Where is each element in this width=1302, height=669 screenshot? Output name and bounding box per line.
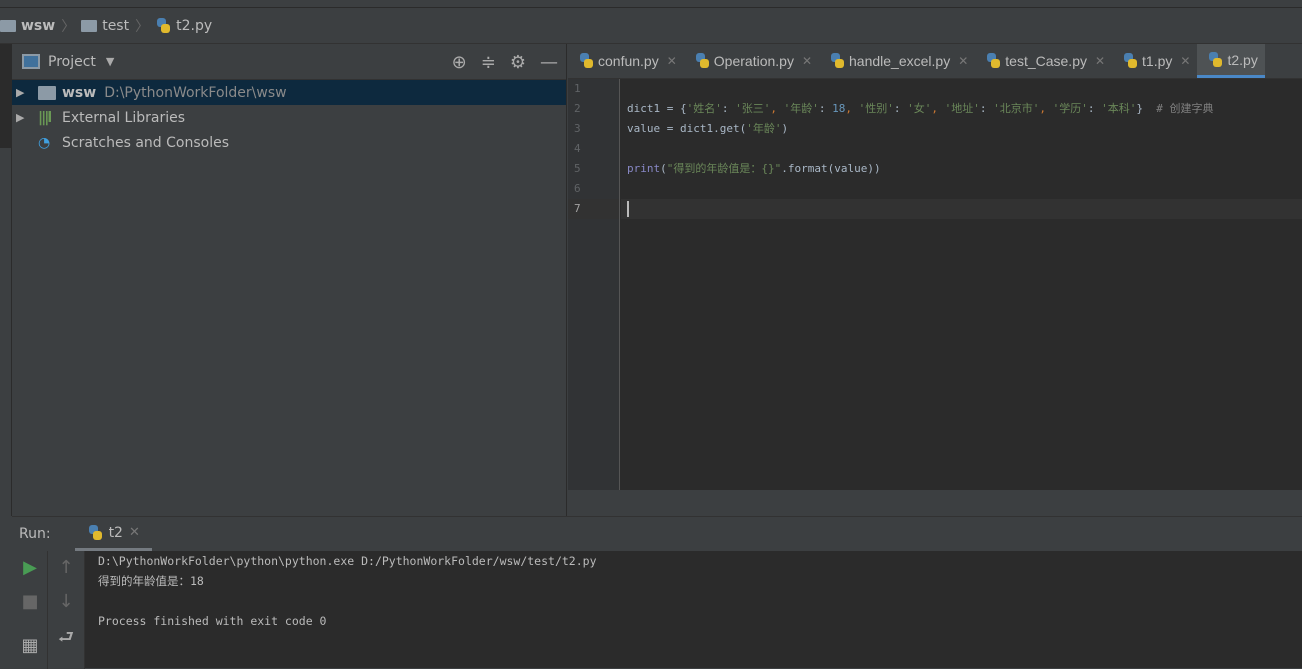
tree-label: Scratches and Consoles — [62, 134, 229, 151]
chevron-icon: 〉 — [61, 18, 76, 35]
editor-bottom-bar — [568, 490, 1302, 516]
editor-tabs: confun.py ✕ Operation.py ✕ handle_excel.py… — [568, 44, 1302, 79]
run-toolbar: ▶ ■ ▦ — [12, 551, 48, 669]
collapse-all-icon[interactable]: ≑ — [481, 52, 496, 73]
code-line-3: value = dict1.get('年龄') — [627, 122, 789, 135]
project-header: Project ▼ ⊕ ≑ ⚙ — — [12, 44, 566, 80]
crumb-label: t2.py — [176, 17, 213, 34]
editor: confun.py ✕ Operation.py ✕ handle_excel.py… — [568, 44, 1302, 516]
python-file-icon — [578, 53, 594, 69]
chevron-icon: 〉 — [135, 18, 150, 35]
line-gutter: 1 2 3 4 5 6 7 — [568, 79, 620, 490]
libraries-icon: |||l — [38, 109, 52, 126]
console-line: 得到的年龄值是：18 — [98, 574, 204, 588]
code-line-2: dict1 = {'姓名': '张三', '年龄': 18, '性别': '女'… — [627, 102, 1214, 115]
rerun-play-icon[interactable]: ▶ — [12, 557, 48, 578]
line-number: 4 — [574, 142, 581, 155]
project-tool-tab[interactable] — [0, 44, 12, 148]
down-arrow-icon[interactable]: ↓ — [48, 591, 84, 612]
tab-label: t2 — [108, 524, 123, 541]
line-number: 1 — [574, 82, 581, 95]
line-number: 7 — [568, 199, 619, 219]
python-file-icon — [829, 53, 845, 69]
folder-icon — [0, 19, 16, 32]
close-icon[interactable]: ✕ — [802, 54, 812, 68]
text-caret — [627, 201, 629, 217]
tab-test-case[interactable]: test_Case.py ✕ — [975, 44, 1112, 78]
tree-label: External Libraries — [62, 109, 185, 126]
menu-bar — [0, 0, 1302, 8]
tree-item-wsw[interactable]: ▶ wsw D:\PythonWorkFolder\wsw — [12, 80, 566, 105]
tab-label: confun.py — [598, 53, 659, 69]
code-line-5: print("得到的年龄值是：{}".format(value)) — [627, 162, 881, 175]
tab-label: handle_excel.py — [849, 53, 951, 69]
tab-confun[interactable]: confun.py ✕ — [568, 44, 684, 78]
tab-operation[interactable]: Operation.py ✕ — [684, 44, 819, 78]
breadcrumb: wsw 〉 test 〉 t2.py — [0, 8, 1302, 44]
close-icon[interactable]: ✕ — [1095, 54, 1105, 68]
line-number: 5 — [574, 162, 581, 175]
folder-icon — [38, 85, 56, 100]
python-file-icon — [694, 53, 710, 69]
tree-label: wsw — [62, 84, 97, 101]
locate-icon[interactable]: ⊕ — [452, 52, 467, 73]
code-area[interactable]: dict1 = {'姓名': '张三', '年龄': 18, '性别': '女'… — [621, 79, 1302, 490]
tree-item-external-libraries[interactable]: ▶ |||l External Libraries — [12, 105, 566, 130]
tab-label: t2.py — [1227, 51, 1258, 68]
tab-label: t1.py — [1142, 53, 1173, 69]
project-panel: Project ▼ ⊕ ≑ ⚙ — ▶ wsw D:\PythonWorkFolde… — [12, 44, 567, 516]
console-line: Process finished with exit code 0 — [98, 614, 327, 628]
python-file-icon — [1122, 53, 1138, 69]
project-title[interactable]: Project — [48, 54, 96, 70]
layout-icon[interactable]: ▦ — [12, 635, 48, 656]
left-tool-strip — [0, 44, 12, 516]
python-file-icon — [1207, 51, 1223, 68]
python-file-icon — [985, 53, 1001, 69]
dropdown-arrow-icon[interactable]: ▼ — [106, 55, 114, 68]
line-number: 3 — [574, 122, 581, 135]
stop-icon[interactable]: ■ — [12, 591, 48, 612]
up-arrow-icon[interactable]: ↑ — [48, 557, 84, 578]
run-panel: Run: t2 ✕ ▶ ■ ▦ ↑ ↓ ⮐ D:\PythonWorkFolder… — [12, 516, 1302, 669]
tab-label: Operation.py — [713, 53, 794, 69]
close-icon[interactable]: ✕ — [1180, 54, 1190, 68]
gear-icon[interactable]: ⚙ — [510, 52, 526, 73]
scratches-icon: ◔ — [38, 134, 51, 151]
breadcrumb-wsw[interactable]: wsw — [0, 18, 55, 34]
run-header: Run: t2 ✕ — [12, 517, 1302, 551]
run-tab-t2[interactable]: t2 ✕ — [74, 517, 152, 551]
tab-label: test_Case.py — [1005, 53, 1087, 69]
minimize-icon[interactable]: — — [540, 52, 558, 73]
close-icon[interactable]: ✕ — [667, 54, 677, 68]
tab-handle-excel[interactable]: handle_excel.py ✕ — [819, 44, 975, 78]
close-icon[interactable]: ✕ — [958, 54, 968, 68]
code-line-7 — [621, 199, 1302, 219]
folder-icon — [81, 19, 98, 32]
expand-arrow-icon[interactable]: ▶ — [16, 86, 30, 99]
close-icon[interactable]: ✕ — [129, 525, 140, 540]
tab-t1[interactable]: t1.py ✕ — [1112, 44, 1197, 78]
console-line: D:\PythonWorkFolder\python\python.exe D:… — [98, 554, 597, 568]
console-output[interactable]: D:\PythonWorkFolder\python\python.exe D:… — [98, 551, 597, 631]
tree-path: D:\PythonWorkFolder\wsw — [104, 84, 287, 101]
breadcrumb-file[interactable]: t2.py — [155, 17, 213, 34]
crumb-label: test — [102, 17, 130, 34]
line-number: 6 — [574, 182, 581, 195]
tab-t2[interactable]: t2.py — [1197, 44, 1265, 78]
expand-arrow-icon[interactable]: ▶ — [16, 111, 30, 124]
crumb-label: wsw — [21, 17, 56, 34]
run-toolbar-secondary: ↑ ↓ ⮐ — [48, 551, 85, 669]
python-icon — [87, 524, 103, 541]
line-number: 2 — [574, 102, 581, 115]
python-file-icon — [155, 17, 171, 34]
tree-item-scratches[interactable]: ◔ Scratches and Consoles — [12, 130, 566, 155]
project-view-icon — [22, 54, 40, 69]
run-label: Run: — [19, 526, 51, 542]
breadcrumb-test[interactable]: test — [81, 18, 129, 34]
soft-wrap-icon[interactable]: ⮐ — [48, 625, 84, 655]
